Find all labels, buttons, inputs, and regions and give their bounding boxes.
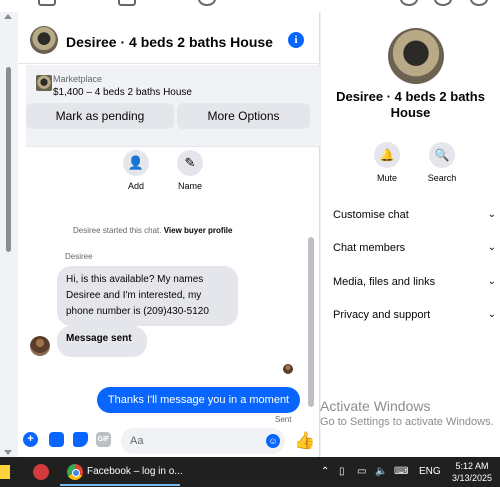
incoming-message[interactable]: Hi, is this available? My names Desiree … [57,266,238,326]
section-privacy-support[interactable]: Privacy and support ⌄ [333,309,498,321]
search-action[interactable]: 🔍 Search [422,142,462,183]
taskbar-window-label[interactable]: Facebook – log in o... [87,466,183,477]
listing-avatar[interactable] [30,26,58,54]
menu-icon[interactable] [400,0,418,6]
chevron-down-icon[interactable]: ⌄ [488,242,496,253]
scroll-down-icon[interactable] [4,450,12,455]
section-label: Chat members [333,242,406,254]
watermark-title: Activate Windows [320,398,431,414]
add-action[interactable]: 👤 Add [116,150,156,191]
sender-name: Desiree [65,252,93,261]
add-label: Add [127,181,144,191]
marketplace-banner: Marketplace $1,400 – 4 beds 2 baths Hous… [26,65,320,147]
top-navigation-strip [0,0,500,12]
video-icon[interactable] [118,0,136,6]
clock-time: 5:12 AM [455,461,489,471]
scroll-up-icon[interactable] [4,14,12,19]
section-label: Privacy and support [333,309,431,321]
system-message: Desiree started this chat. View buyer pr… [73,226,232,235]
chat-title[interactable]: Desiree · 4 beds 2 baths House [66,34,273,50]
chevron-down-icon[interactable]: ⌄ [488,209,496,220]
keyboard-icon[interactable]: ⌨ [394,466,408,477]
home-icon[interactable] [38,0,56,6]
message-composer: + GIF Aa ☺ 👍 [18,424,320,457]
chat-header: Desiree · 4 beds 2 baths House i [18,12,320,64]
section-label: Customise chat [333,209,409,221]
section-chat-members[interactable]: Chat members ⌄ [333,242,498,254]
thumbs-up-icon[interactable]: 👍 [294,431,315,451]
conversation-details-panel: Desiree · 4 beds 2 baths House 🔔 Mute 🔍 … [321,12,500,457]
activate-windows-watermark: Activate Windows Go to Settings to activ… [320,398,494,428]
page-scrollbar[interactable] [0,12,17,457]
seen-avatar [283,364,293,374]
watermark-subtitle: Go to Settings to activate Windows. [320,416,494,428]
volume-icon[interactable]: 🔈 [375,466,387,477]
name-action[interactable]: ✎ Name [170,150,210,191]
section-customise-chat[interactable]: Customise chat ⌄ [333,209,498,221]
name-label: Name [177,181,202,191]
marketplace-icon[interactable] [198,0,216,6]
gif-icon[interactable]: GIF [96,432,111,447]
sent-status: Sent [275,415,292,424]
chat-window: Desiree · 4 beds 2 baths House i Marketp… [18,12,320,457]
show-hidden-icons-icon[interactable]: ⌃ [321,466,329,477]
mute-label: Mute [376,173,397,183]
taskbar: Facebook – log in o... ⌃ ▯ ▭ 🔈 ⌨ ENG 5:1… [0,457,500,487]
chrome-icon[interactable] [67,464,83,480]
chevron-down-icon[interactable]: ⌄ [488,276,496,287]
sticker-icon[interactable] [73,432,88,447]
mark-as-pending-button[interactable]: Mark as pending [26,103,174,129]
file-explorer-icon[interactable] [0,465,10,479]
search-icon[interactable]: 🔍 [429,142,455,168]
system-message-text: Desiree started this chat. [73,226,162,235]
info-icon[interactable]: i [288,32,304,48]
chevron-down-icon[interactable]: ⌄ [488,309,496,320]
section-media-files-links[interactable]: Media, files and links ⌄ [333,276,498,288]
emoji-icon[interactable]: ☺ [266,434,280,448]
plus-icon[interactable]: + [23,432,38,447]
section-label: Media, files and links [333,276,436,288]
network-icon[interactable]: ▭ [357,466,366,477]
panel-title: Desiree · 4 beds 2 baths House [336,89,485,120]
listing-summary[interactable]: $1,400 – 4 beds 2 baths House [53,87,192,98]
mute-action[interactable]: 🔔 Mute [367,142,407,183]
bell-icon[interactable]: 🔔 [374,142,400,168]
active-window-indicator [60,484,180,486]
add-person-icon[interactable]: 👤 [123,150,149,176]
clock[interactable]: 5:12 AM 3/13/2025 [449,460,495,484]
vpn-app-icon[interactable] [33,464,49,480]
message-sent-bubble[interactable]: Message sent [57,326,147,357]
search-label: Search [427,173,457,183]
view-buyer-profile-link[interactable]: View buyer profile [164,226,233,235]
message-input[interactable]: Aa [121,428,285,454]
pencil-icon[interactable]: ✎ [177,150,203,176]
more-options-button[interactable]: More Options [177,103,310,129]
language-indicator[interactable]: ENG [419,466,441,477]
panel-listing-avatar[interactable] [388,28,444,84]
listing-thumbnail[interactable] [36,75,52,91]
photo-icon[interactable] [49,432,64,447]
chat-scrollbar[interactable] [308,237,314,407]
sender-avatar[interactable] [30,336,50,356]
marketplace-label: Marketplace [53,74,103,84]
profile-avatar[interactable] [470,0,488,6]
clock-date: 3/13/2025 [451,473,493,483]
outgoing-message[interactable]: Thanks I'll message you in a moment [97,387,300,413]
scroll-thumb[interactable] [6,67,11,252]
messenger-icon[interactable] [434,0,452,6]
battery-icon[interactable]: ▯ [339,466,345,477]
